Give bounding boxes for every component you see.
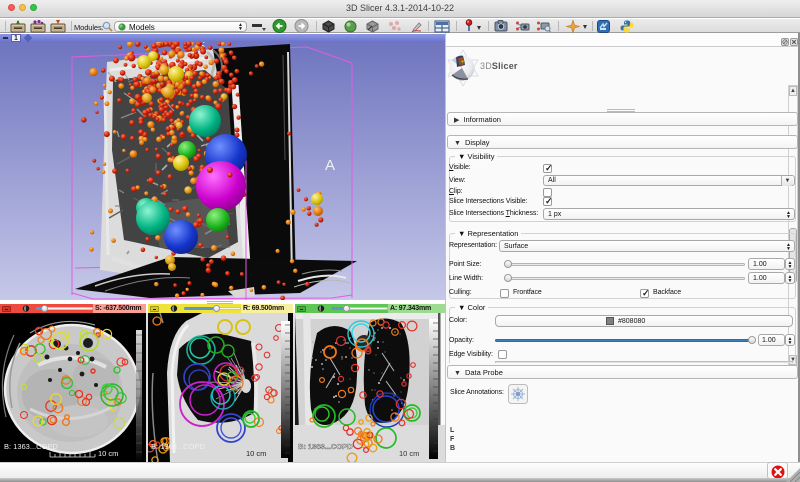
svg-text:10 cm: 10 cm (98, 449, 118, 458)
svg-text:10 cm: 10 cm (399, 449, 419, 458)
svg-text:B: 1363...COPD: B: 1363...COPD (298, 442, 353, 451)
svg-text:B: 1363...COPD: B: 1363...COPD (4, 442, 58, 451)
svg-text:A: A (325, 157, 335, 174)
svg-text:B: 1363...COPD: B: 1363...COPD (151, 442, 205, 451)
svg-text:10 cm: 10 cm (246, 449, 266, 458)
